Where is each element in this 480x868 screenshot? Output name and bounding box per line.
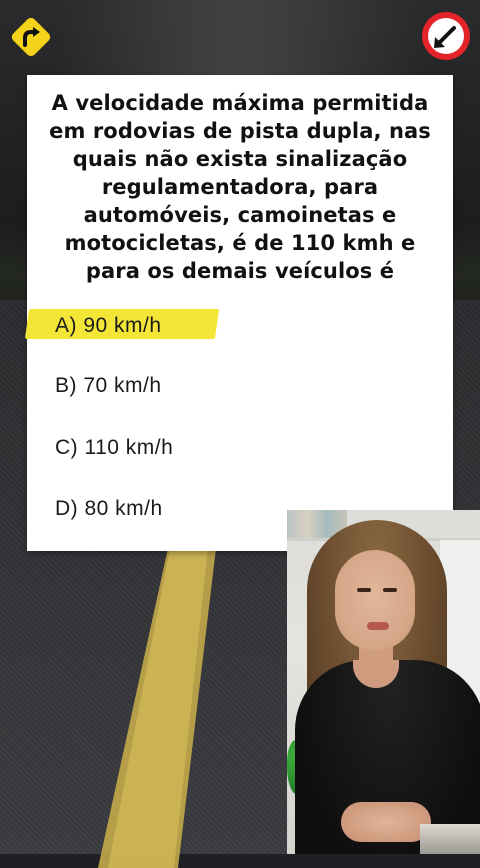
desk-item: [420, 824, 480, 854]
question-card: A velocidade máxima permitida em rodovia…: [24, 75, 453, 551]
presenter-eye-left: [357, 588, 371, 592]
question-text: A velocidade máxima permitida em rodovia…: [49, 91, 431, 283]
option-b[interactable]: B) 70 km/h: [55, 374, 162, 398]
option-a[interactable]: A) 90 km/h: [55, 314, 162, 338]
curve-right-warning-sign-icon[interactable]: [8, 14, 54, 60]
option-c[interactable]: C) 110 km/h: [55, 436, 173, 460]
presenter-eye-right: [383, 588, 397, 592]
presenter-video[interactable]: [287, 510, 480, 854]
option-d[interactable]: D) 80 km/h: [55, 497, 163, 521]
presenter-face: [335, 550, 415, 650]
road-center-line: [98, 548, 216, 868]
presenter-lips: [367, 622, 389, 630]
presenter-hands: [341, 802, 431, 842]
arrow-down-left-sign-icon[interactable]: [420, 10, 472, 62]
